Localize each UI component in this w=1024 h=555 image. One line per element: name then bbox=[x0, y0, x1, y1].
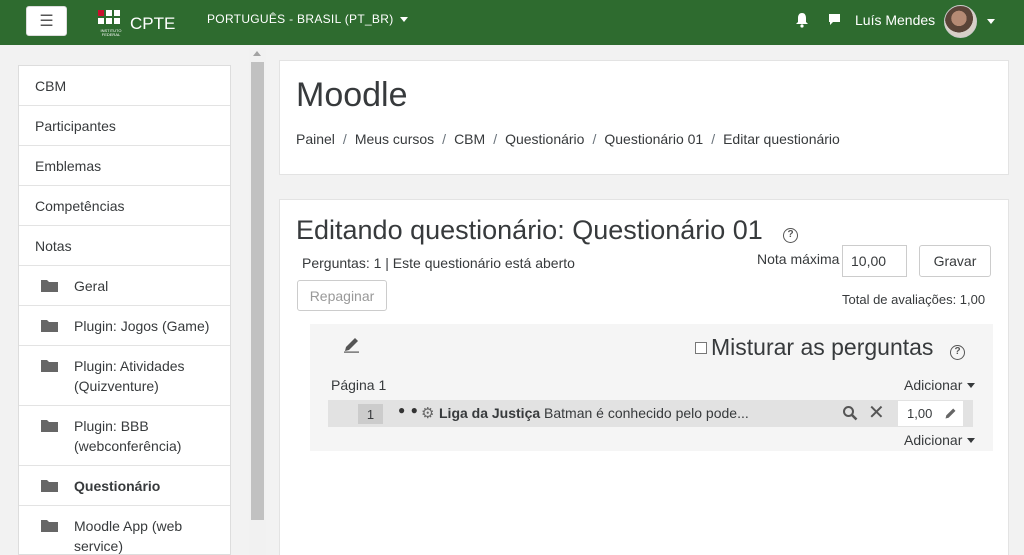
breadcrumb-meus-cursos[interactable]: Meus cursos bbox=[355, 131, 434, 147]
sidebar-item-plugin-bbb[interactable]: Plugin: BBB (webconferência) bbox=[19, 406, 230, 466]
breadcrumb: Painel / Meus cursos / CBM / Questionário / … bbox=[296, 131, 840, 147]
sidebar-item-notas[interactable]: Notas bbox=[19, 226, 230, 266]
folder-icon bbox=[41, 360, 58, 372]
question-mark-field[interactable]: 1,00 bbox=[898, 401, 963, 426]
shuffle-questions-toggle[interactable]: Misturar as perguntas bbox=[695, 334, 933, 361]
sidebar-item-label: Notas bbox=[35, 237, 72, 254]
user-menu-chevron-down-icon[interactable] bbox=[987, 19, 995, 24]
sidebar-item-participantes[interactable]: Participantes bbox=[19, 106, 230, 146]
quiz-edit-card: Editando questionário: Questionário 01 ?… bbox=[279, 199, 1009, 555]
folder-icon bbox=[41, 480, 58, 492]
sidebar-item-plugin-atividades[interactable]: Plugin: Atividades (Quizventure) bbox=[19, 346, 230, 406]
hamburger-menu-button[interactable]: ☰ bbox=[26, 6, 67, 36]
gear-icon: ⚙ bbox=[421, 405, 435, 422]
user-name[interactable]: Luís Mendes bbox=[855, 12, 935, 28]
total-marks: Total de avaliações: 1,00 bbox=[842, 292, 986, 307]
sidebar-item-label: Plugin: Atividades (Quizventure) bbox=[74, 357, 185, 394]
question-number: 1 bbox=[358, 404, 383, 424]
sidebar-item-emblemas[interactable]: Emblemas bbox=[19, 146, 230, 186]
max-grade-label: Nota máxima bbox=[757, 251, 840, 267]
avatar[interactable] bbox=[944, 5, 977, 38]
repaginate-button: Repaginar bbox=[297, 280, 387, 311]
pencil-icon[interactable] bbox=[343, 336, 360, 353]
language-label: PORTUGUÊS - BRASIL (PT_BR) bbox=[207, 12, 394, 26]
sidebar-item-label: Plugin: BBB (webconferência) bbox=[74, 417, 182, 454]
folder-icon bbox=[41, 420, 58, 432]
sidebar-item-label: Competências bbox=[35, 197, 125, 214]
chevron-down-icon bbox=[967, 437, 976, 443]
max-grade-input[interactable]: 10,00 bbox=[842, 245, 907, 277]
breadcrumb-painel[interactable]: Painel bbox=[296, 131, 335, 147]
sidebar-item-label: CBM bbox=[35, 77, 67, 94]
sidebar-item-plugin-jogos[interactable]: Plugin: Jogos (Game) bbox=[19, 306, 230, 346]
course-navigation-sidebar: CBM Participantes Emblemas Competências … bbox=[18, 65, 231, 555]
quiz-edit-title: Editando questionário: Questionário 01 bbox=[296, 215, 763, 245]
folder-icon bbox=[41, 520, 58, 532]
sidebar-item-label: Moodle App (web service) bbox=[74, 517, 183, 554]
sidebar-item-label: Emblemas bbox=[35, 157, 102, 174]
sidebar-item-moodle-app[interactable]: Moodle App (web service) bbox=[19, 506, 230, 554]
drag-handle-icon[interactable]: ● ● bbox=[398, 403, 419, 417]
sidebar-item-label: Questionário bbox=[74, 477, 161, 494]
add-label: Adicionar bbox=[904, 377, 963, 393]
quiz-section: Misturar as perguntas ? Página 1 Adicion… bbox=[310, 324, 993, 451]
page-header: Moodle Painel / Meus cursos / CBM / Questio… bbox=[279, 60, 1009, 175]
folder-icon bbox=[41, 280, 58, 292]
sidebar-item-cbm[interactable]: CBM bbox=[19, 66, 230, 106]
breadcrumb-editar-questionario[interactable]: Editar questionário bbox=[723, 131, 840, 147]
add-label: Adicionar bbox=[904, 432, 963, 448]
bell-icon[interactable] bbox=[794, 12, 810, 28]
site-brand[interactable]: CPTE bbox=[130, 14, 175, 34]
sidebar-item-label: Geral bbox=[74, 277, 109, 294]
question-mark-value: 1,00 bbox=[907, 406, 933, 421]
logo-text: INSTITUTO FEDERAL bbox=[100, 28, 122, 37]
delete-icon[interactable]: ✕ bbox=[868, 402, 885, 424]
chevron-down-icon bbox=[967, 382, 976, 388]
sidebar-item-geral[interactable]: Geral bbox=[19, 266, 230, 306]
chevron-down-icon bbox=[399, 16, 408, 22]
scroll-up-arrow-icon[interactable] bbox=[253, 51, 261, 56]
question-row[interactable]: 1 ● ● ⚙ Liga da Justiça Batman é conheci… bbox=[328, 400, 973, 427]
sidebar-item-competencias[interactable]: Competências bbox=[19, 186, 230, 226]
hamburger-icon: ☰ bbox=[39, 13, 54, 30]
pencil-icon[interactable] bbox=[944, 407, 957, 420]
save-button[interactable]: Gravar bbox=[919, 245, 991, 277]
question-name: Liga da Justiça bbox=[439, 405, 541, 421]
breadcrumb-cbm[interactable]: CBM bbox=[454, 131, 485, 147]
sidebar-item-label: Plugin: Jogos (Game) bbox=[74, 317, 210, 334]
shuffle-help-icon[interactable]: ? bbox=[950, 345, 965, 360]
shuffle-label: Misturar as perguntas bbox=[711, 334, 934, 360]
scrollbar-thumb[interactable] bbox=[251, 62, 264, 520]
page-heading: Página 1 bbox=[331, 377, 387, 393]
page-title: Moodle bbox=[296, 76, 408, 114]
search-icon[interactable] bbox=[842, 405, 858, 421]
help-icon[interactable]: ? bbox=[783, 228, 798, 243]
language-selector[interactable]: PORTUGUÊS - BRASIL (PT_BR) bbox=[207, 12, 408, 26]
question-preview: Batman é conhecido pelo pode... bbox=[544, 405, 749, 421]
folder-icon bbox=[41, 320, 58, 332]
chat-icon[interactable] bbox=[828, 13, 841, 26]
breadcrumb-questionario-01[interactable]: Questionário 01 bbox=[604, 131, 703, 147]
top-navbar: ☰ INSTITUTO FEDERAL CPTE PORTUGUÊS - BRA… bbox=[0, 0, 1024, 45]
breadcrumb-questionario[interactable]: Questionário bbox=[505, 131, 584, 147]
add-question-menu[interactable]: Adicionar bbox=[904, 377, 976, 393]
add-question-menu-bottom[interactable]: Adicionar bbox=[904, 432, 976, 448]
quiz-status: Perguntas: 1 | Este questionário está ab… bbox=[302, 255, 575, 271]
question-text[interactable]: Liga da Justiça Batman é conhecido pelo … bbox=[439, 405, 749, 421]
sidebar-item-questionario[interactable]: Questionário bbox=[19, 466, 230, 506]
shuffle-checkbox[interactable] bbox=[695, 341, 707, 354]
sidebar-item-label: Participantes bbox=[35, 117, 116, 134]
